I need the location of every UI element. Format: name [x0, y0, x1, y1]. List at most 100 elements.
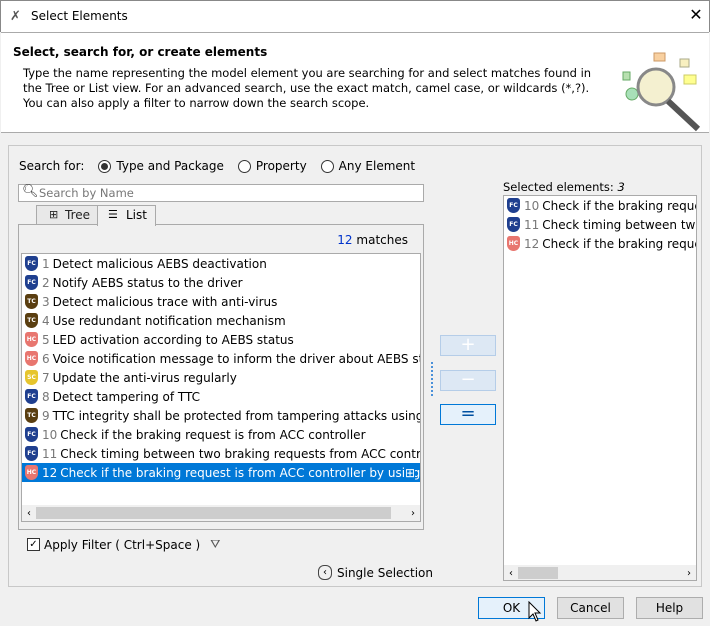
item-text: Check if the braking request is from ACC…	[60, 427, 366, 442]
requirement-sc-icon: SC	[25, 370, 38, 385]
item-text: LED activation according to AEBS status	[52, 332, 294, 347]
list-item[interactable]: FC 1 Detect malicious AEBS deactivation	[22, 254, 420, 273]
remove-all-button[interactable]: =	[440, 404, 496, 425]
app-icon: ✗	[10, 9, 21, 24]
list-item[interactable]: FC 11Check timing between two braking req…	[22, 444, 420, 463]
item-text: Detect malicious trace with anti-virus	[52, 294, 278, 309]
requirement-fc-icon: FC	[25, 427, 38, 442]
help-button[interactable]: Help	[636, 597, 703, 619]
header-title: Select, search for, or create elements	[13, 45, 268, 59]
search-placeholder: Search by Name	[39, 186, 134, 200]
checkbox-checked-icon[interactable]: ✓	[27, 538, 40, 551]
item-text: Check timing between two braking request…	[542, 217, 696, 232]
radio-label: Property	[255, 159, 307, 173]
item-text: Check if the braking request is from ACC…	[542, 236, 696, 251]
item-text: Update the anti-virus regularly	[52, 370, 237, 385]
list-item[interactable]: FC 11Check timing between two braking req…	[504, 215, 696, 234]
scroll-right-icon[interactable]: ›	[406, 508, 420, 519]
item-number: 9	[42, 408, 50, 423]
single-selection-label: Single Selection	[337, 565, 434, 580]
list-item[interactable]: TC 9 TTC integrity shall be protected from…	[22, 406, 420, 425]
scroll-left-icon[interactable]: ‹	[22, 508, 36, 519]
mouse-cursor-icon	[528, 601, 542, 622]
item-number: 11	[42, 446, 58, 461]
apply-filter-label: Apply Filter ( Ctrl+Space )	[44, 537, 201, 552]
results-list[interactable]: FC 1 Detect malicious AEBS deactivation FC 2…	[21, 253, 421, 522]
requirement-tc-icon: TC	[25, 408, 38, 423]
list-item[interactable]: FC 8 Detect tampering of TTC	[22, 387, 420, 406]
list-item[interactable]: HC 6 Voice notification message to inform …	[22, 349, 420, 368]
item-text: Check timing between two braking request…	[60, 446, 420, 461]
item-text: Use redundant notification mechanism	[52, 313, 286, 328]
radio-dot[interactable]	[320, 159, 334, 173]
title-bar: ✗ Select Elements ✕	[0, 0, 710, 32]
item-text: Detect tampering of TTC	[52, 389, 201, 404]
item-number: 12	[524, 236, 540, 251]
scroll-left-icon[interactable]: ‹	[504, 568, 518, 579]
item-number: 2	[42, 275, 50, 290]
radio-type-and-package[interactable]: Type and Package	[98, 159, 224, 173]
search-for-label: Search for:	[19, 159, 85, 173]
list-item[interactable]: SC 7 Update the anti-virus regularly	[22, 368, 420, 387]
tab-tree[interactable]: ⊞ Tree	[36, 205, 100, 225]
requirement-hc-icon: HC	[25, 351, 38, 366]
item-text: Notify AEBS status to the driver	[52, 275, 243, 290]
item-number: 10	[42, 427, 58, 442]
list-item[interactable]: HC 12Check if the braking request is from…	[504, 234, 696, 253]
filter-icon[interactable]: ⛛	[210, 537, 220, 552]
requirement-hc-icon: HC	[25, 332, 38, 347]
close-button[interactable]: ✕	[685, 5, 707, 24]
list-item[interactable]: HC 12Check if the braking request is from…	[22, 463, 420, 482]
selected-elements-list[interactable]: FC10Check if the braking request is from…	[503, 195, 697, 581]
item-text: TTC integrity shall be protected from ta…	[52, 408, 420, 423]
single-selection-button[interactable]: ‹ Single Selection	[318, 565, 433, 580]
search-icon: 🔍︎	[22, 184, 39, 199]
list-icon: ☰	[108, 208, 118, 221]
list-item[interactable]: FC 10Check if the braking request is from…	[22, 425, 420, 444]
requirement-fc-icon: FC	[507, 217, 520, 232]
horizontal-scrollbar[interactable]: ‹ ›	[22, 505, 420, 521]
cancel-button[interactable]: Cancel	[557, 597, 624, 619]
search-illustration-icon	[622, 52, 701, 132]
list-item[interactable]: HC 5 LED activation according to AEBS stat…	[22, 330, 420, 349]
list-item[interactable]: TC 3 Detect malicious trace with anti-viru…	[22, 292, 420, 311]
requirement-fc-icon: FC	[25, 389, 38, 404]
search-input[interactable]: 🔍︎ Search by Name	[18, 184, 424, 202]
item-number: 4	[42, 313, 50, 328]
item-number: 5	[42, 332, 50, 347]
item-number: 3	[42, 294, 50, 309]
radio-property[interactable]: Property	[237, 159, 307, 173]
item-number: 11	[524, 217, 540, 232]
scroll-right-icon[interactable]: ›	[682, 568, 696, 579]
search-for-group: Search for: Type and Package Property An…	[19, 159, 415, 173]
tab-label: List	[126, 208, 147, 222]
splitter-handle[interactable]	[431, 362, 433, 396]
requirement-tc-icon: TC	[25, 313, 38, 328]
selected-count: 3	[617, 180, 625, 194]
header-panel: Select, search for, or create elements T…	[1, 32, 709, 133]
scroll-thumb[interactable]	[36, 507, 391, 519]
radio-label: Any Element	[338, 159, 416, 173]
requirement-tc-icon: TC	[25, 294, 38, 309]
selected-label-text: Selected elements:	[503, 180, 614, 194]
item-number: 12	[42, 465, 58, 480]
requirement-fc-icon: FC	[25, 446, 38, 461]
show-in-tree-icon[interactable]: ⊞	[405, 465, 416, 480]
list-item[interactable]: FC 10Check if the braking request is from…	[504, 196, 696, 215]
radio-dot[interactable]	[237, 159, 251, 173]
radio-dot[interactable]	[98, 159, 112, 173]
requirement-fc-icon: FC	[507, 198, 520, 213]
add-button[interactable]: +	[440, 335, 496, 356]
list-item[interactable]: FC 2 Notify AEBS status to the driver	[22, 273, 420, 292]
list-item[interactable]: TC 4 Use redundant notification mechanism	[22, 311, 420, 330]
item-number: 6	[42, 351, 50, 366]
item-text: Voice notification message to inform the…	[52, 351, 420, 366]
apply-filter-checkbox[interactable]: ✓ Apply Filter ( Ctrl+Space ) ⛛	[27, 537, 220, 552]
matches-number: 12	[337, 233, 353, 247]
scroll-thumb[interactable]	[518, 567, 558, 579]
item-number: 8	[42, 389, 50, 404]
remove-button[interactable]: −	[440, 370, 496, 391]
tab-list[interactable]: ☰ List	[97, 205, 156, 226]
radio-any-element[interactable]: Any Element	[320, 159, 416, 173]
horizontal-scrollbar[interactable]: ‹ ›	[504, 565, 696, 580]
